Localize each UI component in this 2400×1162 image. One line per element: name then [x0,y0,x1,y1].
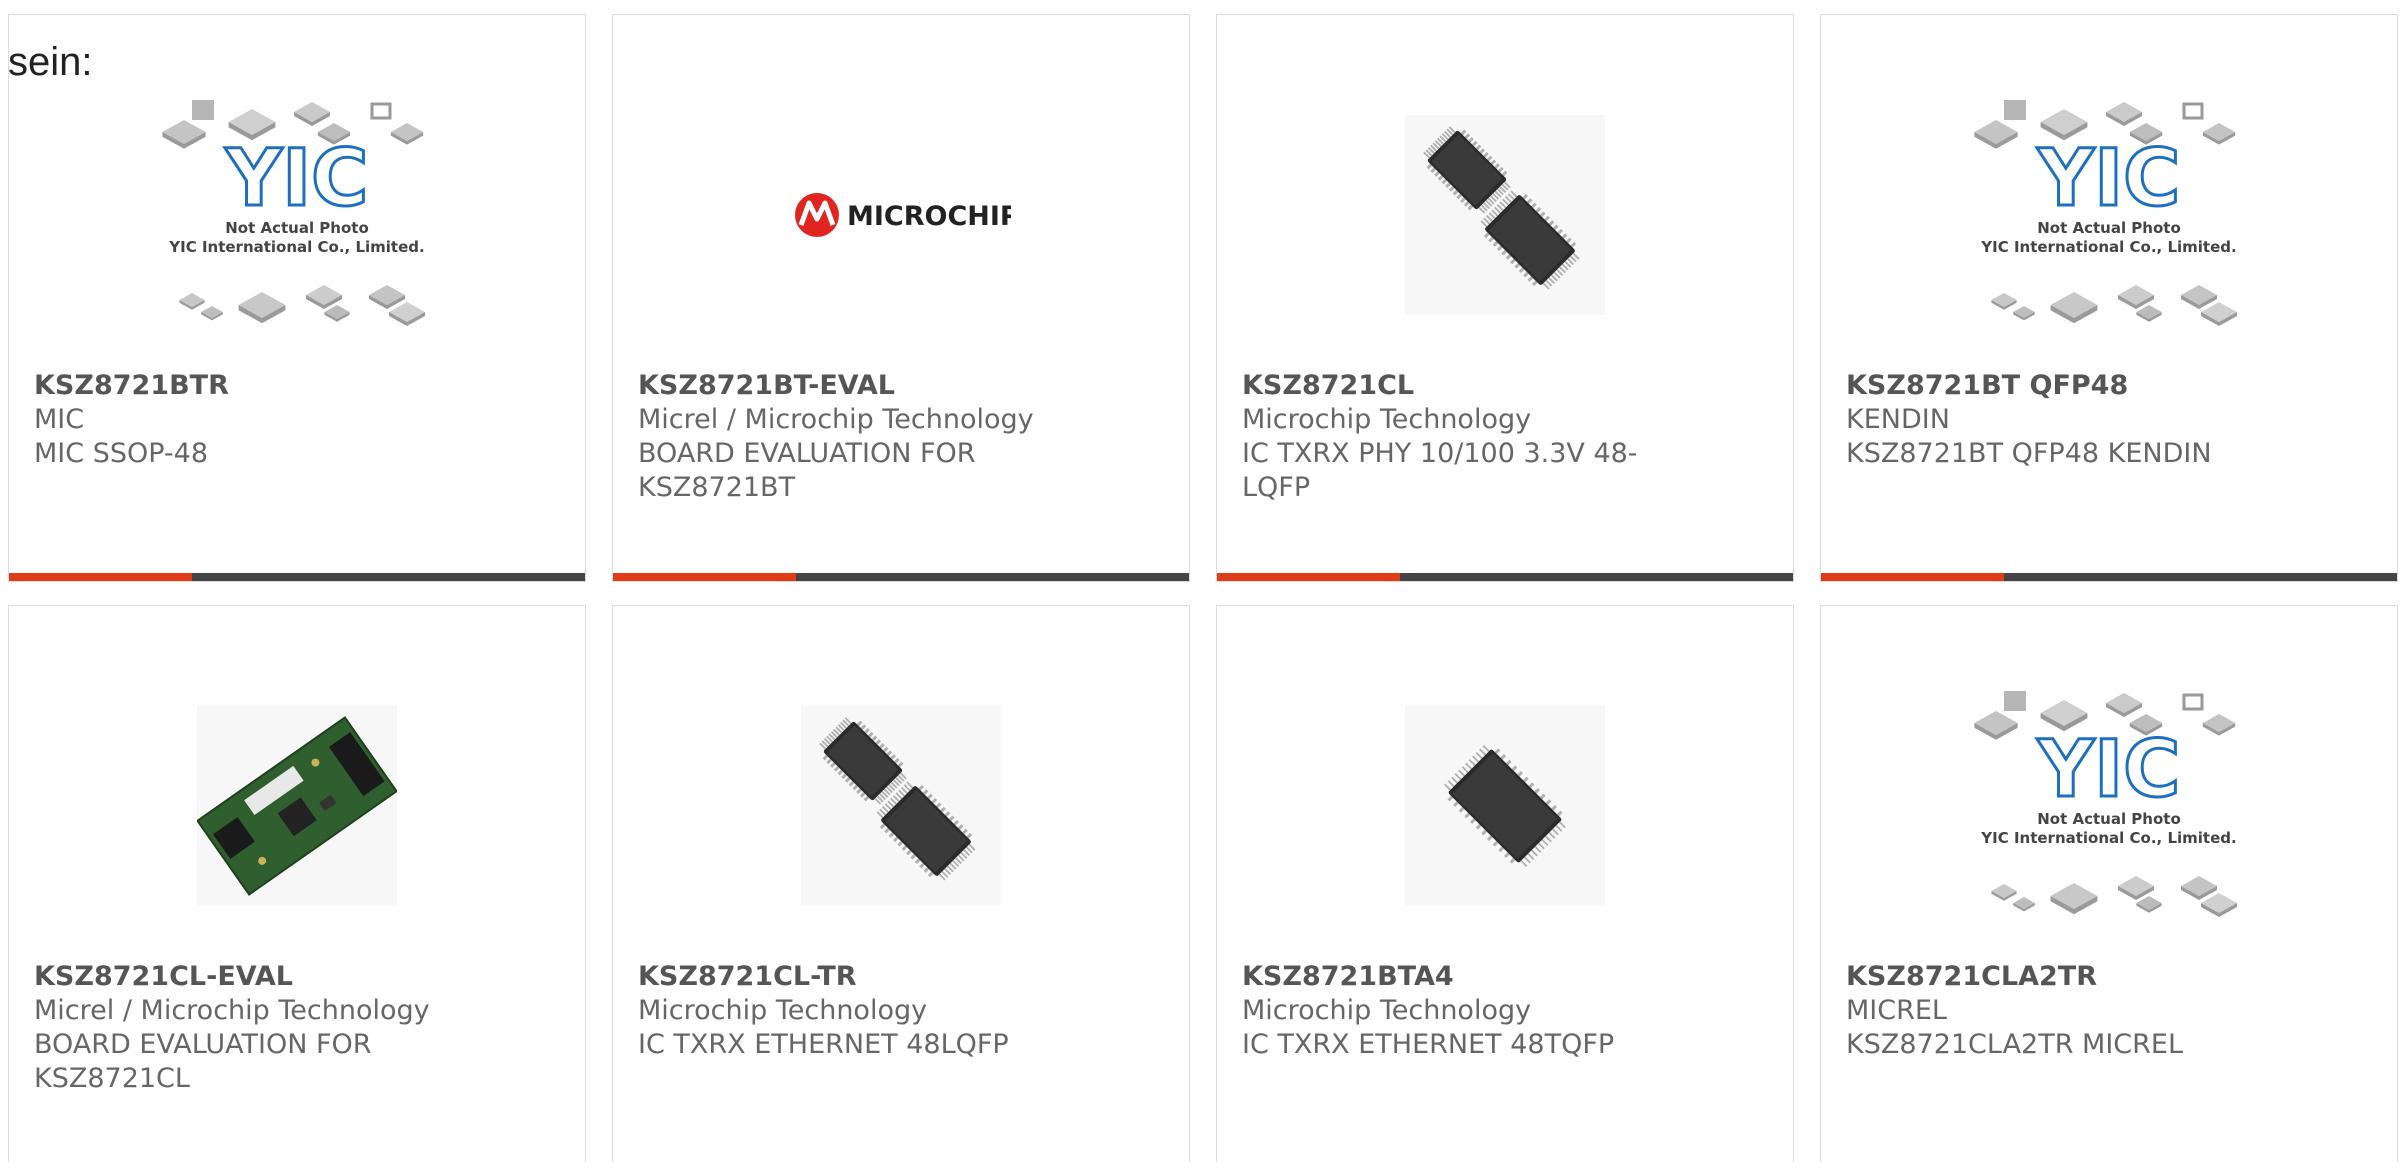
yic-placeholder-image: YIC Not Actual Photo YIC International C… [1974,100,2237,326]
product-image[interactable]: MICROCHIP [613,70,1189,360]
placeholder-caption-1: Not Actual Photo [2037,810,2181,828]
microchip-logo-image: MICROCHIP [795,193,1011,237]
product-info: KSZ8721CL Microchip Technology IC TXRX P… [1242,369,1643,505]
product-manufacturer: Microchip Technology [638,995,928,1026]
card-accent-bar-rest [1400,573,1793,581]
product-image[interactable] [613,661,1189,951]
product-image[interactable] [1217,70,1793,360]
yic-logo: YIC [2037,725,2181,815]
product-card[interactable]: YIC Not Actual Photo YIC International C… [1820,14,2398,582]
product-card[interactable]: KSZ8721CL Microchip Technology IC TXRX P… [1216,14,1794,582]
product-manufacturer: MICREL [1846,995,1947,1026]
product-manufacturer: MIC [34,404,85,435]
product-image[interactable] [1217,661,1793,951]
product-card[interactable]: YIC Not Actual Photo YIC International C… [1820,605,2398,1162]
eval-board-image [197,706,397,906]
placeholder-caption-2: YIC International Co., Limited. [1980,238,2236,256]
product-description: IC TXRX ETHERNET 48LQFP [638,1029,1009,1060]
card-accent-bar-rest [796,573,1189,581]
product-image[interactable] [9,661,585,951]
product-card[interactable]: KSZ8721CL-TR Microchip Technology IC TXR… [612,605,1190,1162]
product-info: KSZ8721CLA2TR MICREL KSZ8721CLA2TR MICRE… [1846,960,2247,1062]
product-description: KSZ8721BT QFP48 KENDIN [1846,438,2212,469]
product-part-number[interactable]: KSZ8721BT QFP48 [1846,369,2247,403]
placeholder-caption-2: YIC International Co., Limited. [1980,829,2236,847]
product-info: KSZ8721BTR MIC MIC SSOP-48 [34,369,435,471]
product-card[interactable]: KSZ8721BTA4 Microchip Technology IC TXRX… [1216,605,1794,1162]
yic-logo: YIC [2037,134,2181,224]
product-description: KSZ8721CLA2TR MICREL [1846,1029,2184,1060]
product-card[interactable]: YIC Not Actual Photo YIC International C… [8,14,586,582]
product-card[interactable]: MICROCHIP KSZ8721BT-EVAL Micrel / Microc… [612,14,1190,582]
product-manufacturer: KENDIN [1846,404,1950,435]
lqfp-chips-image [801,706,1001,906]
card-accent-bar [1821,573,2397,581]
product-description: IC TXRX PHY 10/100 3.3V 48- [1242,438,1638,469]
product-description: BOARD EVALUATION FOR [638,438,976,469]
product-grid-page: sein: YIC Not Actual Photo YIC Internati… [0,0,2400,1162]
product-image[interactable]: YIC Not Actual Photo YIC International C… [1821,661,2397,951]
product-part-number[interactable]: KSZ8721BTR [34,369,435,403]
product-manufacturer: Microchip Technology [1242,995,1532,1026]
product-description: IC TXRX ETHERNET 48TQFP [1242,1029,1615,1060]
lqfp-chips-image [1405,115,1605,315]
card-accent-bar-rest [2004,573,2397,581]
placeholder-caption-2: YIC International Co., Limited. [168,238,424,256]
product-info: KSZ8721BT QFP48 KENDIN KSZ8721BT QFP48 K… [1846,369,2247,471]
card-accent-bar [9,573,585,581]
tqfp-chip-image [1405,706,1605,906]
product-part-number[interactable]: KSZ8721CL-EVAL [34,960,435,994]
product-info: KSZ8721CL-EVAL Micrel / Microchip Techno… [34,960,435,1096]
product-part-number[interactable]: KSZ8721CLA2TR [1846,960,2247,994]
product-info: KSZ8721BT-EVAL Micrel / Microchip Techno… [638,369,1039,505]
placeholder-caption-1: Not Actual Photo [225,219,369,237]
yic-placeholder-image: YIC Not Actual Photo YIC International C… [162,100,425,326]
yic-placeholder-image: YIC Not Actual Photo YIC International C… [1974,691,2237,917]
card-accent-bar-highlight [9,573,192,581]
product-image[interactable]: YIC Not Actual Photo YIC International C… [1821,70,2397,360]
card-accent-bar-highlight [613,573,796,581]
product-info: KSZ8721CL-TR Microchip Technology IC TXR… [638,960,1039,1062]
yic-logo: YIC [225,134,369,224]
product-info: KSZ8721BTA4 Microchip Technology IC TXRX… [1242,960,1643,1062]
product-description: KSZ8721CL [34,1063,190,1094]
intro-text: sein: [8,40,93,84]
product-card[interactable]: KSZ8721CL-EVAL Micrel / Microchip Techno… [8,605,586,1162]
product-manufacturer: Micrel / Microchip Technology [638,404,1034,435]
product-part-number[interactable]: KSZ8721BT-EVAL [638,369,1039,403]
product-image[interactable]: YIC Not Actual Photo YIC International C… [9,70,585,360]
product-description: KSZ8721BT [638,472,796,503]
card-accent-bar-highlight [1821,573,2004,581]
card-accent-bar-rest [192,573,585,581]
product-manufacturer: Microchip Technology [1242,404,1532,435]
card-accent-bar-highlight [1217,573,1400,581]
card-accent-bar [613,573,1189,581]
product-part-number[interactable]: KSZ8721CL-TR [638,960,1039,994]
placeholder-caption-1: Not Actual Photo [2037,219,2181,237]
card-accent-bar [1217,573,1793,581]
product-part-number[interactable]: KSZ8721BTA4 [1242,960,1643,994]
product-description: BOARD EVALUATION FOR [34,1029,372,1060]
product-description: MIC SSOP-48 [34,438,209,469]
product-description: LQFP [1242,472,1311,503]
product-manufacturer: Micrel / Microchip Technology [34,995,430,1026]
product-part-number[interactable]: KSZ8721CL [1242,369,1643,403]
microchip-logo-text: MICROCHIP [847,201,1011,232]
